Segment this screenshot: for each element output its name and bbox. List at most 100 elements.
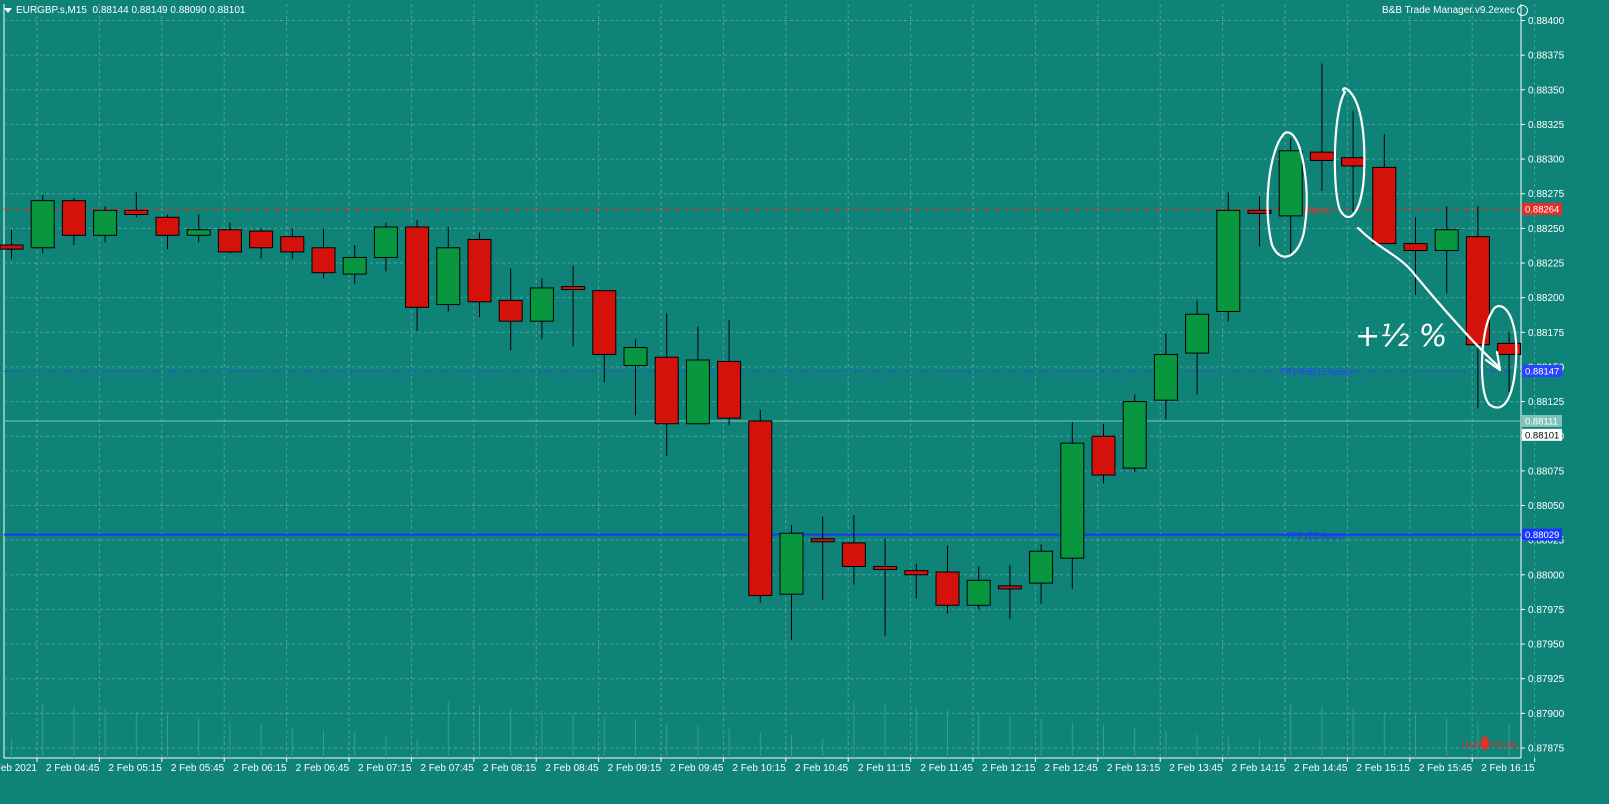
price-tick-label: 0.87900 [1528,709,1565,720]
time-tick-label: 2 Feb 11:15 [858,763,911,774]
candle-body[interactable] [186,229,211,236]
time-tick-label: 2 Feb 10:45 [795,763,849,774]
candle-body[interactable] [1029,550,1054,584]
tp1-level-label: TP1 B/E(11.6pips) [1280,367,1353,377]
price-tick-label: 0.88050 [1528,501,1565,512]
candle-body[interactable] [810,538,835,543]
tp2-level-label: TP2 (23.6pips) [1286,531,1345,541]
tp1-price-tag-text: 0.88147 [1525,367,1559,378]
candle-body[interactable] [342,256,367,275]
candle-timer-text: (16min 03:30) [1462,740,1518,750]
time-tick-label: 2 Feb 08:45 [545,763,599,774]
candle-body[interactable] [405,226,430,308]
price-tick-label: 0.88250 [1528,224,1565,235]
candle-body[interactable] [280,236,305,253]
time-tick-label: 2 Feb 06:15 [233,763,287,774]
ohlc-values: 0.88144 0.88149 0.88090 0.88101 [92,5,246,16]
candle-body[interactable] [1091,435,1116,476]
time-tick-label: 2 Feb 13:15 [1107,763,1161,774]
time-tick-label: 2 Feb 04:45 [46,763,100,774]
candle-body[interactable] [1216,209,1241,312]
time-tick-label: 2 Feb 07:15 [358,763,412,774]
price-tick-label: 0.88300 [1528,155,1565,166]
candle-body[interactable] [935,571,960,606]
candle-body[interactable] [1153,353,1178,401]
candle-body[interactable] [1060,442,1085,559]
candle-body[interactable] [685,359,710,425]
price-tick-label: 0.87975 [1528,605,1565,616]
time-tick-label: 2 Feb 14:15 [1232,763,1286,774]
candle-body[interactable] [748,420,773,597]
price-tick-label: 0.87875 [1528,744,1565,755]
candle-body[interactable] [436,247,461,306]
price-tick-label: 0.88225 [1528,259,1565,270]
candle-body[interactable] [217,229,242,253]
candle-body[interactable] [997,585,1022,590]
time-tick-label: 2 Feb 05:15 [108,763,162,774]
time-tick-label: 2 Feb 15:15 [1356,763,1410,774]
candle-body[interactable] [249,230,274,249]
price-tick-label: 0.88000 [1528,570,1565,581]
candle-body[interactable] [592,290,617,355]
candle-body[interactable] [124,209,149,215]
collapse-triangle-icon[interactable] [4,7,12,13]
price-tick-label: 0.88175 [1528,328,1565,339]
candlestick-chart[interactable]: 0.88400 0.88375 0.88350 0.88325 0.88300 0.882… [0,0,1609,799]
time-tick-label: 2 Feb 13:45 [1169,763,1223,774]
candle-body[interactable] [966,579,991,606]
candle-body[interactable] [1278,150,1303,217]
candle-body[interactable] [1122,401,1147,469]
candle-body[interactable] [623,347,648,367]
candle-body[interactable] [1341,157,1366,167]
price-chart[interactable]: 0.88400 0.88375 0.88350 0.88325 0.88300 0.882… [0,0,1609,799]
price-tick-label: 0.88375 [1528,51,1565,62]
candle-body[interactable] [1403,243,1428,252]
candle-body[interactable] [30,200,55,249]
time-tick-label: 2 Feb 15:45 [1419,763,1473,774]
candle-body[interactable] [498,299,523,322]
price-tick-label: 0.87925 [1528,674,1565,685]
candle-body[interactable] [155,216,180,236]
smiley-face-icon [1516,5,1528,16]
time-tick-label: 2 Feb 11:45 [920,763,973,774]
candle-body[interactable] [61,200,86,236]
price-tick-label: 0.87950 [1528,640,1565,651]
candle-body[interactable] [373,226,398,258]
candle-body[interactable] [561,286,586,291]
candle-body[interactable] [311,247,336,274]
candle-body[interactable] [904,570,929,576]
annotation-text: +½ % [1355,319,1447,354]
price-tick-label: 0.88075 [1528,466,1565,477]
time-tick-label: 2 Feb 09:15 [608,763,662,774]
symbol-label: EURGBP.s,M15 [16,5,87,16]
bid-price-tag-text: 0.88101 [1525,430,1559,441]
sl-price-tag-text: 0.88264 [1525,204,1559,215]
candle-body[interactable] [0,244,24,250]
price-tick-label: 0.88200 [1528,293,1565,304]
symbol-header: EURGBP.s,M15 0.88144 0.88149 0.88090 0.8… [4,5,245,16]
candle-body[interactable] [93,209,118,236]
candle-body[interactable] [873,565,898,570]
candle-body[interactable] [529,287,554,322]
candle-body[interactable] [1434,229,1459,252]
time-tick-label: 2 Feb 2021 [0,763,37,774]
price-tick-label: 0.88400 [1528,16,1565,27]
time-tick-label: 2 Feb 08:15 [483,763,537,774]
candle-body[interactable] [467,238,492,303]
tp2-price-tag-text: 0.88029 [1525,530,1559,541]
candle-body[interactable] [717,360,742,419]
time-tick-label: 2 Feb 12:45 [1044,763,1098,774]
candle-body[interactable] [841,542,866,567]
candle-body[interactable] [779,532,804,595]
expert-advisor-header[interactable]: B&B Trade Manager.v9.2exec [1382,5,1528,16]
price-tick-label: 0.88325 [1528,120,1565,131]
candle-body[interactable] [1372,166,1397,245]
price-tick-label: 0.88125 [1528,397,1565,408]
price-tick-label: 0.88350 [1528,85,1565,96]
candle-body[interactable] [1309,151,1334,161]
time-tick-label: 2 Feb 07:45 [420,763,474,774]
candle-body[interactable] [654,356,679,425]
time-tick-label: 2 Feb 09:45 [670,763,724,774]
candle-body[interactable] [1185,313,1210,354]
current-price-tag-text: 0.88111 [1525,416,1558,427]
